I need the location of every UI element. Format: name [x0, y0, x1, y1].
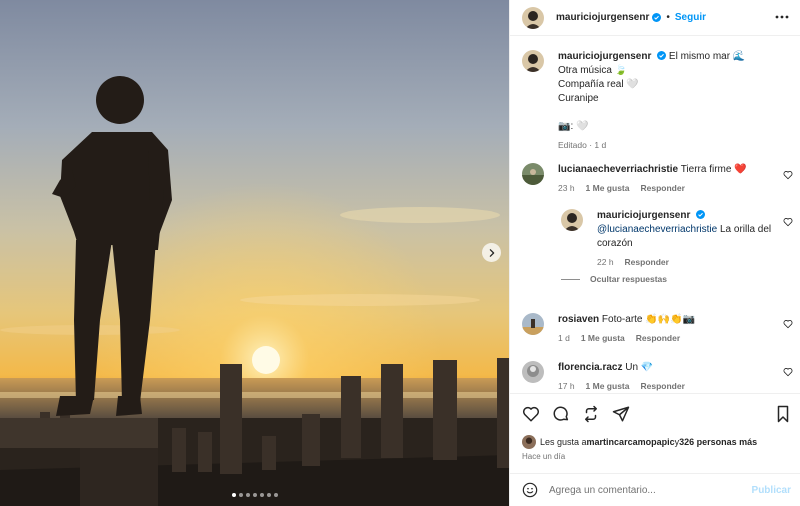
author-avatar[interactable] — [561, 209, 583, 231]
comment-text: Foto-arte 👏🙌👏📷 — [601, 314, 696, 325]
heart-icon[interactable] — [783, 319, 793, 329]
comment-likes[interactable]: 1 Me gusta — [586, 183, 630, 193]
verified-badge-icon — [696, 210, 706, 219]
repost-icon[interactable] — [582, 405, 600, 423]
author-username[interactable]: mauriciojurgensenr — [556, 12, 649, 23]
comment-meta: 23 h 1 Me gusta Responder — [558, 183, 747, 193]
add-comment-bar: Publicar — [510, 473, 800, 506]
caption-line: Compañía real 🤍 — [558, 79, 639, 90]
carousel-indicator — [0, 493, 509, 497]
author-avatar[interactable] — [522, 6, 544, 29]
comment-username[interactable]: florencia.racz — [558, 362, 622, 373]
comments-list[interactable]: mauriciojurgensenr El mismo mar 🌊 Otra m… — [510, 37, 800, 393]
likes-summary[interactable]: Les gusta a martincarcamopapic y 326 per… — [522, 435, 757, 449]
next-photo-button[interactable] — [482, 243, 501, 262]
post-photo[interactable] — [0, 0, 509, 506]
comment-text: Un 💎 — [625, 362, 654, 373]
comment-time[interactable]: 17 h — [558, 381, 575, 391]
likes-count[interactable]: 326 personas más — [679, 437, 757, 447]
comment-reply: mauriciojurgensenr @lucianaecheverriachr… — [561, 209, 787, 267]
heart-icon[interactable] — [783, 367, 793, 377]
commenter-avatar[interactable] — [522, 163, 544, 185]
liker-avatar — [522, 435, 536, 449]
post-dialog: mauriciojurgensenr • Seguir mauriciojurg… — [0, 0, 800, 506]
action-icons — [522, 405, 630, 423]
comment-item: lucianaecheverriachristie Tierra firme ❤… — [522, 163, 747, 193]
reply-button[interactable]: Responder — [640, 183, 684, 193]
comment-meta: 17 h 1 Me gusta Responder — [558, 381, 685, 391]
liker-username[interactable]: martincarcamopapic — [587, 437, 675, 447]
reply-time[interactable]: 22 h — [597, 257, 614, 267]
heart-icon[interactable] — [783, 217, 793, 227]
sunset-beach-image — [0, 0, 509, 506]
reply-username[interactable]: mauriciojurgensenr — [597, 210, 690, 221]
caption: mauriciojurgensenr El mismo mar 🌊 Otra m… — [522, 50, 745, 150]
publish-button[interactable]: Publicar — [752, 485, 791, 496]
carousel-dot — [273, 493, 278, 497]
comment-likes[interactable]: 1 Me gusta — [586, 381, 630, 391]
heart-icon[interactable] — [783, 170, 793, 180]
carousel-dot — [238, 493, 243, 497]
comment-meta: 1 d 1 Me gusta Responder — [558, 333, 695, 343]
author-avatar[interactable] — [522, 50, 544, 72]
post-time[interactable]: Hace un día — [522, 452, 565, 461]
comment-item: rosiaven Foto-arte 👏🙌👏📷 1 d 1 Me gusta R… — [522, 313, 695, 343]
divider-line — [561, 278, 580, 280]
save-bookmark-icon[interactable] — [775, 405, 791, 423]
carousel-dot — [252, 493, 257, 497]
caption-first-line: El mismo mar 🌊 — [668, 51, 746, 62]
hide-replies-label: Ocultar respuestas — [590, 274, 668, 284]
comment-text: Tierra firme ❤️ — [680, 164, 747, 175]
reply-meta: 22 h Responder — [597, 257, 787, 267]
share-paper-plane-icon[interactable] — [612, 405, 630, 423]
more-options-icon[interactable] — [775, 10, 789, 24]
mention-link[interactable]: @lucianaecheverriachristie — [597, 224, 717, 235]
comment-username[interactable]: lucianaecheverriachristie — [558, 164, 678, 175]
likes-prefix: Les gusta a — [540, 437, 587, 447]
caption-credit: 📷: 🤍 — [558, 121, 589, 132]
reply-button[interactable]: Responder — [625, 257, 669, 267]
chevron-right-icon — [489, 248, 494, 257]
comment-item: florencia.racz Un 💎 17 h 1 Me gusta Resp… — [522, 361, 685, 391]
carousel-dot — [245, 493, 250, 497]
commenter-avatar[interactable] — [522, 361, 544, 383]
caption-username[interactable]: mauriciojurgensenr — [558, 51, 651, 62]
comment-username[interactable]: rosiaven — [558, 314, 599, 325]
post-header: mauriciojurgensenr • Seguir — [510, 0, 800, 36]
comment-likes[interactable]: 1 Me gusta — [581, 333, 625, 343]
caption-line: Otra música 🍃 — [558, 65, 628, 76]
comment-input[interactable] — [549, 484, 752, 496]
header-separator: • — [666, 12, 670, 23]
emoji-icon[interactable] — [522, 482, 538, 498]
caption-edited-time: Editado · 1 d — [558, 140, 607, 150]
carousel-dot — [266, 493, 271, 497]
verified-badge-icon — [657, 51, 667, 60]
like-heart-icon[interactable] — [522, 405, 540, 423]
carousel-dot — [231, 493, 236, 497]
reply-button[interactable]: Responder — [636, 333, 680, 343]
comment-time[interactable]: 23 h — [558, 183, 575, 193]
verified-badge-icon — [652, 13, 662, 22]
comment-time[interactable]: 1 d — [558, 333, 570, 343]
commenter-avatar[interactable] — [522, 313, 544, 335]
caption-meta: Editado · 1 d — [558, 140, 745, 150]
follow-button[interactable]: Seguir — [675, 12, 706, 23]
caption-line: Curanipe — [558, 93, 599, 104]
carousel-dot — [259, 493, 264, 497]
hide-replies-button[interactable]: Ocultar respuestas — [561, 274, 667, 284]
reply-button[interactable]: Responder — [640, 381, 684, 391]
post-side-panel: mauriciojurgensenr • Seguir mauriciojurg… — [509, 0, 800, 506]
post-actions: Les gusta a martincarcamopapic y 326 per… — [510, 393, 800, 473]
comment-bubble-icon[interactable] — [552, 405, 570, 423]
